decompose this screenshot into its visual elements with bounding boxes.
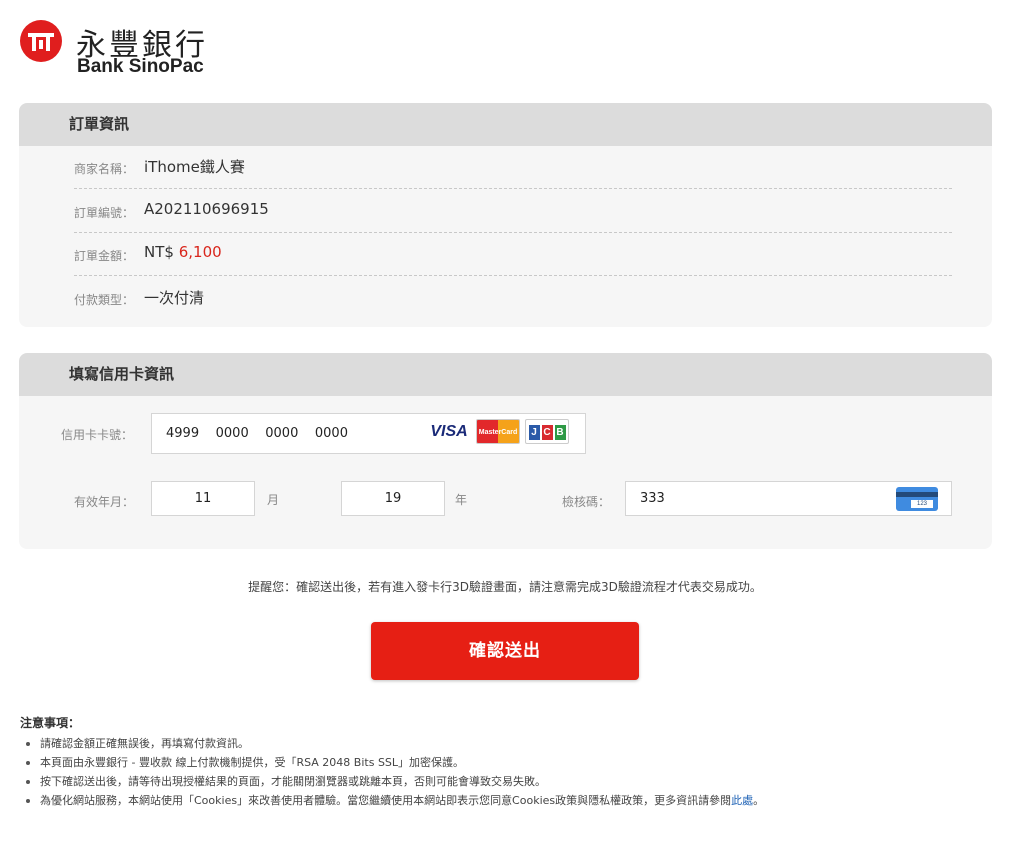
payment-type-value: 一次付清 bbox=[144, 289, 205, 307]
cookies-suffix: 。 bbox=[753, 794, 765, 807]
merchant-label: 商家名稱： bbox=[74, 162, 135, 176]
visa-logo-icon: VISA bbox=[426, 419, 472, 444]
card-info-panel: 填寫信用卡資訊 信用卡卡號： 4999 0000 0000 0000 VISA … bbox=[19, 353, 992, 549]
amount-value: NT$ 6,100 bbox=[144, 243, 222, 261]
card-number-part-2: 0000 bbox=[215, 426, 249, 441]
order-number-label: 訂單編號： bbox=[74, 206, 135, 220]
order-info-panel: 訂單資訊 商家名稱： iThome鐵人賽 訂單編號： A202110696915… bbox=[19, 103, 992, 327]
card-number-label: 信用卡卡號： bbox=[61, 428, 134, 442]
card-number-input[interactable]: 4999 0000 0000 0000 VISA MasterCard JCB bbox=[151, 413, 586, 454]
expiry-year-input[interactable]: 19 bbox=[341, 481, 445, 516]
order-row-merchant: 商家名稱： iThome鐵人賽 bbox=[74, 146, 952, 189]
order-row-payment-type: 付款類型： 一次付清 bbox=[74, 277, 952, 320]
expiry-month-input[interactable]: 11 bbox=[151, 481, 255, 516]
submit-button[interactable]: 確認送出 bbox=[371, 622, 639, 680]
card-number-part-1: 4999 bbox=[166, 426, 200, 441]
merchant-value: iThome鐵人賽 bbox=[144, 158, 245, 176]
jcb-logo-icon: JCB bbox=[525, 419, 569, 444]
notes-section: 注意事項： 請確認金額正確無誤後，再填寫付款資訊。 本頁面由永豐銀行 - 豐收款… bbox=[20, 714, 1000, 810]
order-row-amount: 訂單金額： NT$ 6,100 bbox=[74, 233, 952, 276]
cookies-policy-link[interactable]: 此處 bbox=[731, 794, 753, 807]
cookies-text: 為優化網站服務，本網站使用「Cookies」來改善使用者體驗。當您繼續使用本網站… bbox=[40, 794, 732, 807]
order-row-number: 訂單編號： A202110696915 bbox=[74, 190, 952, 233]
card-info-title: 填寫信用卡資訊 bbox=[19, 353, 992, 396]
amount-number: 6,100 bbox=[178, 243, 222, 261]
reminder-text: 提醒您：確認送出後，若有進入發卡行3D驗證畫面，請注意需完成3D驗證流程才代表交… bbox=[248, 580, 762, 594]
sinopac-logo-icon bbox=[20, 20, 62, 62]
cvv-value: 333 bbox=[640, 491, 665, 506]
notes-item-cookies: 為優化網站服務，本網站使用「Cookies」來改善使用者體驗。當您繼續使用本網站… bbox=[20, 791, 1000, 810]
cvv-label: 檢核碼： bbox=[562, 495, 611, 509]
mastercard-logo-icon: MasterCard bbox=[476, 419, 520, 444]
amount-currency: NT$ bbox=[144, 243, 174, 261]
card-number-part-4: 0000 bbox=[314, 426, 348, 441]
notes-item: 本頁面由永豐銀行 - 豐收款 線上付款機制提供，受「RSA 2048 Bits … bbox=[20, 753, 1000, 772]
order-number-value: A202110696915 bbox=[144, 200, 269, 218]
notes-item: 按下確認送出後，請等待出現授權結果的頁面，才能關閉瀏覽器或跳離本頁，否則可能會導… bbox=[20, 772, 1000, 791]
cvv-input[interactable]: 333 123 bbox=[625, 481, 952, 516]
amount-label: 訂單金額： bbox=[74, 249, 135, 263]
card-back-icon: 123 bbox=[896, 487, 938, 511]
month-unit: 月 bbox=[267, 493, 280, 507]
notes-list: 請確認金額正確無誤後，再填寫付款資訊。 本頁面由永豐銀行 - 豐收款 線上付款機… bbox=[20, 734, 1000, 810]
logo-name-en: Bank SinoPac bbox=[77, 56, 204, 77]
notes-title: 注意事項： bbox=[20, 716, 81, 730]
year-unit: 年 bbox=[455, 493, 468, 507]
order-info-title: 訂單資訊 bbox=[19, 103, 992, 146]
expiry-label: 有效年月： bbox=[74, 495, 135, 509]
card-number-part-3: 0000 bbox=[265, 426, 299, 441]
payment-type-label: 付款類型： bbox=[74, 293, 135, 307]
notes-item: 請確認金額正確無誤後，再填寫付款資訊。 bbox=[20, 734, 1000, 753]
